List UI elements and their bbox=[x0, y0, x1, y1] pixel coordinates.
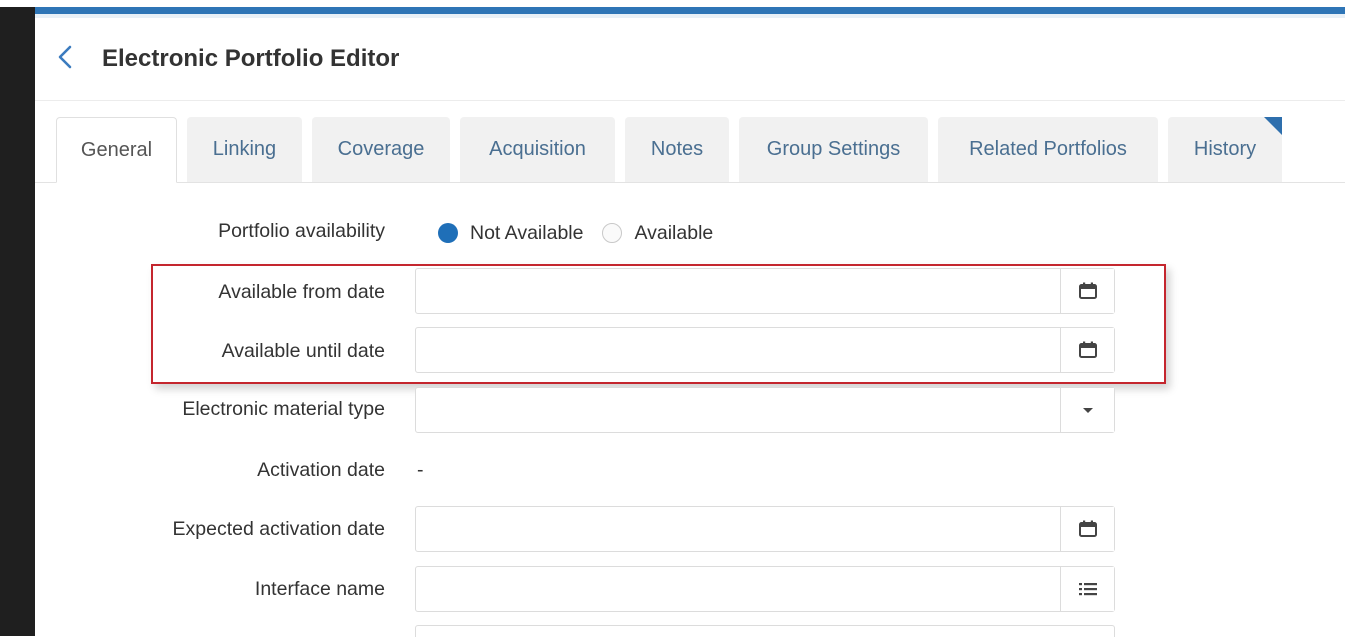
expected-activation-label: Expected activation date bbox=[172, 518, 385, 540]
tab-acquisition[interactable]: Acquisition bbox=[460, 117, 615, 182]
radio-available-label[interactable]: Available bbox=[634, 222, 713, 245]
interface-name-field bbox=[415, 566, 1115, 612]
interface-name-input[interactable] bbox=[416, 567, 1061, 611]
expected-activation-calendar-button[interactable] bbox=[1060, 507, 1114, 551]
activation-date-value: - bbox=[417, 459, 424, 481]
tab-bar: General Linking Coverage Acquisition Not… bbox=[0, 117, 1345, 183]
portfolio-availability-label: Portfolio availability bbox=[218, 220, 385, 242]
availability-radio-group: Not Available Available bbox=[438, 220, 732, 246]
expected-activation-input[interactable] bbox=[416, 507, 1061, 551]
back-button[interactable] bbox=[53, 40, 81, 74]
radio-not-available[interactable] bbox=[438, 223, 458, 243]
tab-history[interactable]: History bbox=[1168, 117, 1282, 182]
interface-name-label: Interface name bbox=[254, 578, 385, 600]
radio-available[interactable] bbox=[602, 223, 623, 243]
tab-related-portfolios[interactable]: Related Portfolios bbox=[938, 117, 1158, 182]
material-type-dropdown-button[interactable] bbox=[1060, 388, 1114, 432]
tab-coverage[interactable]: Coverage bbox=[312, 117, 450, 182]
material-type-input[interactable] bbox=[416, 388, 1061, 432]
window-top-strip bbox=[0, 0, 1345, 7]
calendar-icon bbox=[1078, 520, 1097, 537]
material-type-select[interactable] bbox=[415, 387, 1115, 433]
tab-group-settings[interactable]: Group Settings bbox=[739, 117, 928, 182]
expected-activation-field bbox=[415, 506, 1115, 552]
interface-name-list-button[interactable] bbox=[1060, 567, 1114, 611]
list-icon bbox=[1078, 583, 1097, 596]
page-header: Electronic Portfolio Editor bbox=[35, 18, 1345, 100]
chevron-left-icon bbox=[58, 45, 72, 69]
left-sidebar bbox=[0, 7, 35, 636]
header-accent-line bbox=[35, 7, 1345, 18]
material-type-label: Electronic material type bbox=[182, 398, 385, 420]
radio-not-available-label[interactable]: Not Available bbox=[470, 222, 583, 245]
tab-history-label: History bbox=[1193, 138, 1257, 160]
corner-indicator-icon bbox=[1264, 117, 1282, 135]
page-title: Electronic Portfolio Editor bbox=[102, 45, 400, 72]
caret-down-icon bbox=[1082, 408, 1093, 413]
header-divider bbox=[35, 100, 1345, 101]
next-field-partial[interactable] bbox=[415, 625, 1115, 637]
tab-notes[interactable]: Notes bbox=[625, 117, 729, 182]
highlight-box bbox=[151, 264, 1166, 384]
activation-date-label: Activation date bbox=[257, 459, 385, 481]
tab-linking[interactable]: Linking bbox=[187, 117, 302, 182]
tabs-baseline bbox=[35, 182, 1345, 183]
tab-general[interactable]: General bbox=[56, 117, 177, 183]
